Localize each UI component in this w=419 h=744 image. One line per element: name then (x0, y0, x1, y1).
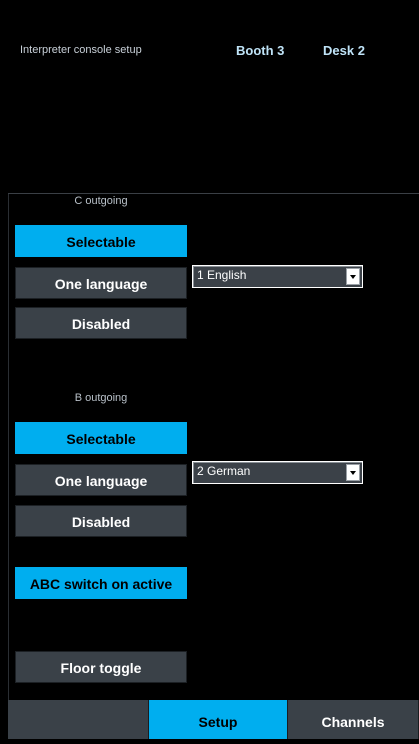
c-language-value: 1 English (197, 268, 247, 282)
header-divider (8, 193, 419, 194)
b-outgoing-label: B outgoing (74, 392, 128, 404)
tab-channels[interactable]: Channels (288, 700, 419, 739)
chevron-down-icon[interactable] (346, 268, 360, 285)
b-one-language-button[interactable]: One language (15, 464, 187, 496)
c-one-language-button[interactable]: One language (15, 267, 187, 299)
tab-bar: Setup Channels (0, 700, 419, 739)
chevron-down-icon[interactable] (346, 464, 360, 481)
b-disabled-button[interactable]: Disabled (15, 505, 187, 537)
abc-switch-button[interactable]: ABC switch on active (15, 567, 187, 599)
c-selectable-button[interactable]: Selectable (15, 225, 187, 257)
tab-blank[interactable] (8, 700, 149, 739)
b-language-value: 2 German (197, 464, 251, 478)
floor-toggle-button[interactable]: Floor toggle (15, 651, 187, 683)
booth-label: Booth 3 (236, 43, 285, 58)
header: Interpreter console setup Booth 3 Desk 2 (0, 0, 419, 193)
desk-label: Desk 2 (323, 43, 365, 58)
c-disabled-button[interactable]: Disabled (15, 307, 187, 339)
tab-setup[interactable]: Setup (149, 700, 288, 739)
page-title: Interpreter console setup (20, 44, 142, 56)
c-outgoing-label: C outgoing (74, 195, 128, 207)
b-language-select[interactable]: 2 German (192, 461, 363, 484)
left-divider (8, 194, 9, 700)
c-language-select[interactable]: 1 English (192, 265, 363, 288)
b-selectable-button[interactable]: Selectable (15, 422, 187, 454)
